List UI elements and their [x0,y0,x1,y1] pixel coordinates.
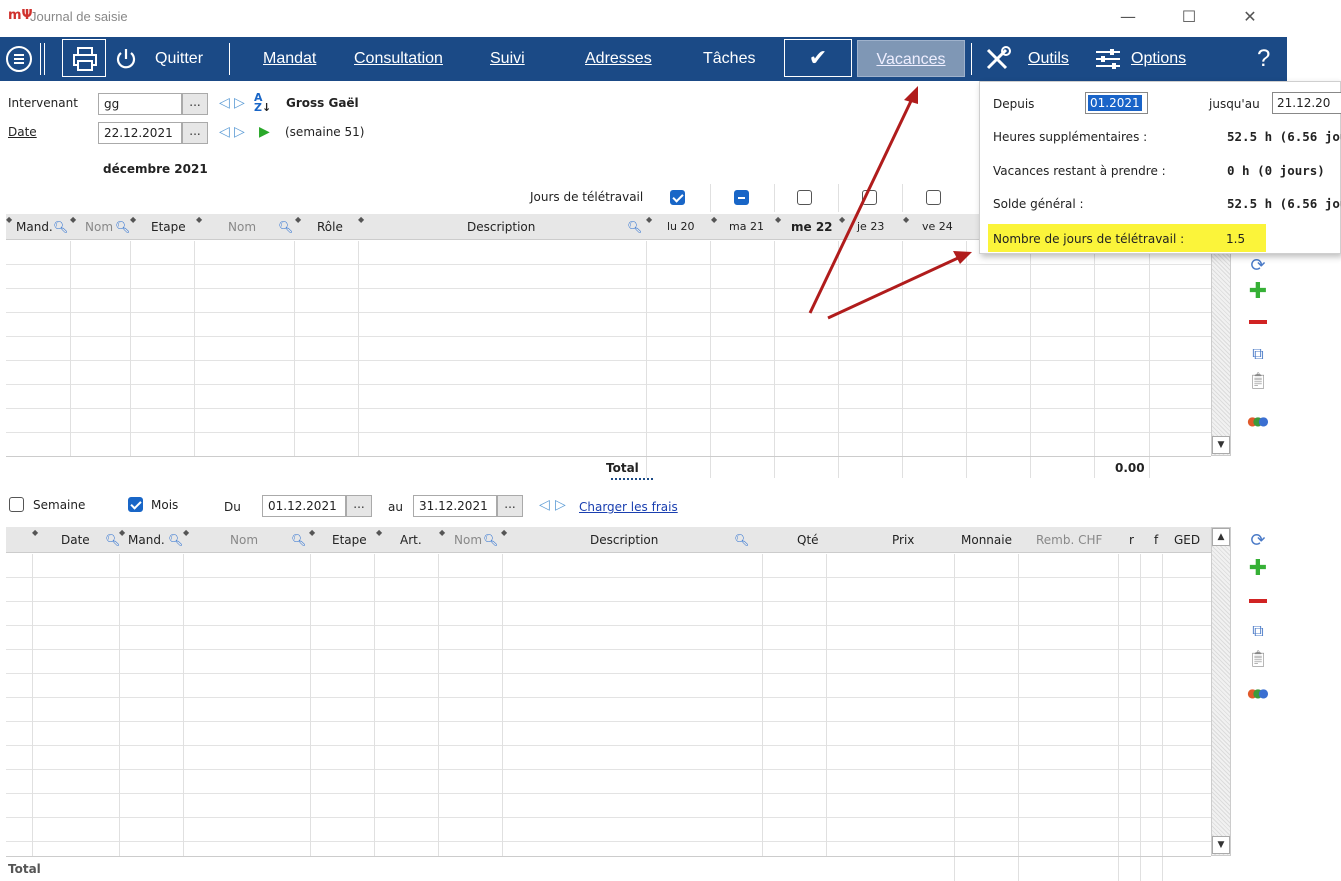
annotation-arrows [808,86,972,320]
arrow-head-vacances [904,86,918,104]
arrow-to-vacances [808,100,913,314]
arrow-to-teletravail [827,256,959,320]
